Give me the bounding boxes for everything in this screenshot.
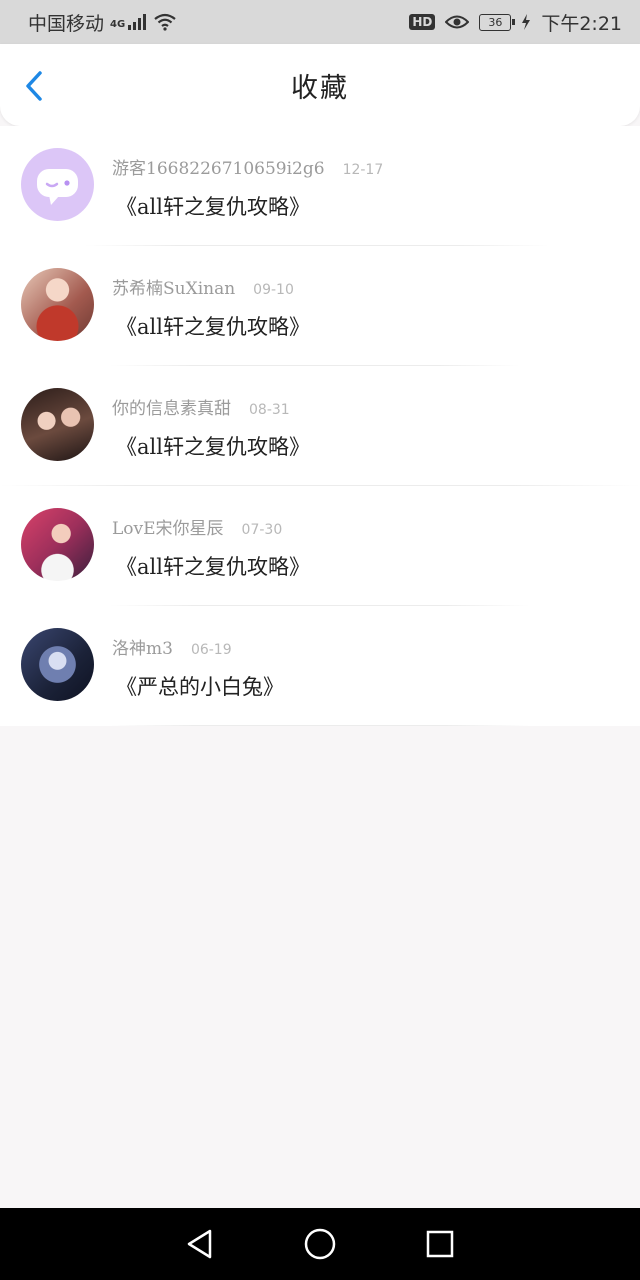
avatar (21, 628, 94, 701)
date: 08-31 (249, 402, 290, 418)
book-title: 《严总的小白兔》 (116, 675, 284, 699)
carrier-name: 中国移动 (28, 12, 105, 35)
item-text: 你的信息素真甜 08-31 《all轩之复仇攻略》 (112, 394, 310, 461)
network-type: 4G (110, 18, 126, 30)
status-bar: 中国移动 4G HD 36 下午2:21 (0, 0, 640, 44)
status-left: 中国移动 4G (28, 9, 177, 36)
charging-icon (522, 14, 531, 30)
date: 09-10 (253, 282, 294, 298)
username: 你的信息素真甜 (112, 399, 231, 419)
status-right: HD 36 下午2:21 (409, 9, 622, 36)
username: 苏希楠SuXinan (112, 279, 236, 299)
avatar (21, 388, 94, 461)
book-title: 《all轩之复仇攻略》 (116, 195, 310, 219)
item-text: 洛神m3 06-19 《严总的小白兔》 (112, 634, 284, 701)
username: LovE宋你星辰 (112, 519, 224, 539)
square-recents-icon (426, 1230, 454, 1258)
list-item[interactable]: LovE宋你星辰 07-30 《all轩之复仇攻略》 (0, 486, 640, 606)
nav-recents-button[interactable] (420, 1224, 460, 1264)
list-item[interactable]: 游客1668226710659i2g6 12-17 《all轩之复仇攻略》 (0, 126, 640, 246)
avatar (21, 268, 94, 341)
date: 07-30 (241, 522, 283, 538)
list-item[interactable]: 你的信息素真甜 08-31 《all轩之复仇攻略》 (0, 366, 640, 486)
book-title: 《all轩之复仇攻略》 (116, 315, 310, 339)
hd-badge: HD (409, 14, 436, 30)
wifi-icon (154, 13, 176, 31)
item-text: 苏希楠SuXinan 09-10 《all轩之复仇攻略》 (112, 274, 310, 341)
date: 12-17 (342, 162, 384, 178)
book-title: 《all轩之复仇攻略》 (116, 555, 310, 579)
item-meta: LovE宋你星辰 07-30 (112, 514, 310, 539)
signal-icon (128, 14, 147, 30)
divider (110, 725, 530, 726)
app-header: 收藏 (0, 44, 640, 126)
item-meta: 洛神m3 06-19 (112, 634, 284, 659)
avatar (21, 148, 94, 221)
chat-bubble-icon (37, 169, 78, 205)
system-nav-bar (0, 1208, 640, 1280)
triangle-back-icon (187, 1229, 212, 1259)
date: 06-19 (190, 642, 232, 658)
screen: 中国移动 4G HD 36 下午2:21 收藏 游客1668226710659i… (0, 0, 640, 1280)
item-meta: 苏希楠SuXinan 09-10 (112, 274, 310, 299)
nav-back-button[interactable] (180, 1224, 220, 1264)
page-title: 收藏 (291, 72, 349, 104)
favorites-list: 游客1668226710659i2g6 12-17 《all轩之复仇攻略》 苏希… (0, 126, 640, 726)
item-meta: 你的信息素真甜 08-31 (112, 394, 310, 419)
list-item[interactable]: 苏希楠SuXinan 09-10 《all轩之复仇攻略》 (0, 246, 640, 366)
clock: 下午2:21 (541, 12, 622, 35)
avatar (21, 508, 94, 581)
username: 洛神m3 (112, 639, 173, 659)
list-item[interactable]: 洛神m3 06-19 《严总的小白兔》 (0, 606, 640, 726)
username: 游客1668226710659i2g6 (112, 159, 325, 179)
circle-home-icon (304, 1228, 336, 1260)
item-text: LovE宋你星辰 07-30 《all轩之复仇攻略》 (112, 514, 310, 581)
eye-icon (445, 15, 470, 29)
nav-home-button[interactable] (300, 1224, 340, 1264)
item-meta: 游客1668226710659i2g6 12-17 (112, 154, 383, 179)
item-text: 游客1668226710659i2g6 12-17 《all轩之复仇攻略》 (112, 154, 383, 221)
back-arrow-icon[interactable] (20, 70, 50, 102)
battery-icon: 36 (479, 13, 516, 31)
book-title: 《all轩之复仇攻略》 (116, 435, 310, 459)
